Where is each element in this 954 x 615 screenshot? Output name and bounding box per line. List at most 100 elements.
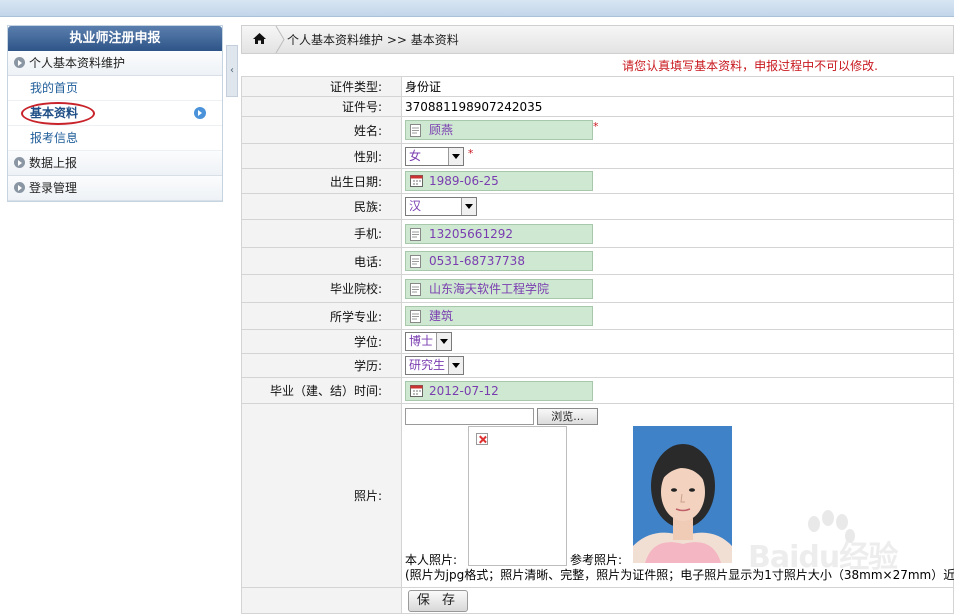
text-field-icon xyxy=(410,227,421,241)
phone-value: 0531-68737738 xyxy=(429,254,525,268)
form-row-gender: 性别: 女 * xyxy=(241,143,954,169)
birth-date-field[interactable]: 1989-06-25 xyxy=(405,171,593,191)
text-field-icon xyxy=(410,255,421,268)
sidebar-group-label: 登录管理 xyxy=(29,181,78,195)
label-grad-date: 毕业（建、结）时间: xyxy=(241,377,402,404)
highlight-ring xyxy=(21,102,95,125)
form-row-id-number: 证件号: 370881198907242035 xyxy=(241,96,954,117)
label-photo: 照片: xyxy=(241,403,402,588)
birth-date-value: 1989-06-25 xyxy=(429,174,499,188)
text-field-icon xyxy=(410,124,421,137)
name-field[interactable]: 顾燕 xyxy=(405,120,593,140)
form-row-id-type: 证件类型: 身份证 xyxy=(241,76,954,97)
reference-photo xyxy=(633,426,732,563)
form-row-mobile: 手机: 13205661292 xyxy=(241,219,954,248)
label-id-type: 证件类型: xyxy=(241,76,402,97)
major-value: 建筑 xyxy=(429,309,454,323)
form-row-photo: 照片: 浏览... 本人照片: 参考照片: (照片为jpg格式；照片清晰、完整，… xyxy=(241,403,954,588)
sidebar-item-basic-info[interactable]: 基本资料 xyxy=(8,101,222,126)
form-row-school: 毕业院校: 山东海天软件工程学院 xyxy=(241,274,954,303)
active-arrow-icon xyxy=(194,107,206,119)
gender-select[interactable]: 女 xyxy=(405,146,464,166)
text-field-icon xyxy=(410,282,421,296)
grad-date-value: 2012-07-12 xyxy=(429,383,499,398)
degree-select[interactable]: 博士 xyxy=(405,332,452,351)
breadcrumb: 个人基本资料维护 >> 基本资料 xyxy=(241,25,954,54)
form-row-phone: 电话: 0531-68737738 xyxy=(241,247,954,275)
sidebar-item-label: 我的首页 xyxy=(30,81,79,95)
label-mobile: 手机: xyxy=(241,219,402,248)
form-row-education: 学历: 研究生 xyxy=(241,353,954,378)
save-button[interactable]: 保 存 xyxy=(408,589,468,612)
own-photo-preview xyxy=(468,426,567,566)
form-row-major: 所学专业: 建筑 xyxy=(241,302,954,330)
label-ethnicity: 民族: xyxy=(241,193,402,220)
label-phone: 电话: xyxy=(241,247,402,275)
form-row-ethnicity: 民族: 汉 xyxy=(241,193,954,220)
name-value: 顾燕 xyxy=(429,123,454,137)
home-icon[interactable] xyxy=(242,26,276,53)
label-major: 所学专业: xyxy=(241,302,402,330)
label-education: 学历: xyxy=(241,353,402,378)
label-id-number: 证件号: xyxy=(241,96,402,117)
browse-button[interactable]: 浏览... xyxy=(537,408,598,425)
education-value: 研究生 xyxy=(409,358,446,372)
form-row-degree: 学位: 博士 xyxy=(241,329,954,354)
value-id-number: 370881198907242035 xyxy=(401,96,954,117)
school-field[interactable]: 山东海天软件工程学院 xyxy=(405,278,593,299)
form-row-save: 保 存 xyxy=(241,587,954,614)
expand-bullet-icon xyxy=(14,157,25,168)
gender-value: 女 xyxy=(409,148,422,163)
basic-info-form: 证件类型: 身份证 证件号: 370881198907242035 姓名: 顾燕… xyxy=(241,76,954,614)
collapse-sidebar-button[interactable]: ‹ xyxy=(226,45,238,97)
top-bar xyxy=(0,0,954,17)
main-content: 个人基本资料维护 >> 基本资料 请您认真填写基本资料，申报过程中不可以修改. … xyxy=(241,25,954,615)
photo-requirements-note: (照片为jpg格式；照片清晰、完整，照片为证件照；电子照片显示为1寸照片大小（3… xyxy=(405,568,954,582)
sidebar: 执业师注册申报 个人基本资料维护 我的首页 基本资料 报考信息 数据上报 登录管… xyxy=(7,25,223,202)
calendar-icon xyxy=(410,384,423,397)
mobile-field[interactable]: 13205661292 xyxy=(405,223,593,244)
sidebar-item-exam-info[interactable]: 报考信息 xyxy=(8,126,222,151)
label-degree: 学位: xyxy=(241,329,402,354)
sidebar-item-label: 报考信息 xyxy=(30,131,79,145)
sidebar-item-home[interactable]: 我的首页 xyxy=(8,76,222,101)
education-select[interactable]: 研究生 xyxy=(405,356,464,375)
school-value: 山东海天软件工程学院 xyxy=(429,281,550,296)
label-gender: 性别: xyxy=(241,143,402,169)
grad-date-field[interactable]: 2012-07-12 xyxy=(405,380,593,401)
phone-field[interactable]: 0531-68737738 xyxy=(405,251,593,271)
sidebar-group-label: 数据上报 xyxy=(29,156,78,170)
breadcrumb-text: 个人基本资料维护 >> 基本资料 xyxy=(287,33,459,47)
photo-area: 浏览... 本人照片: 参考照片: (照片为jpg格式；照片清晰、完整，照片为证… xyxy=(402,404,954,587)
chevron-down-icon xyxy=(448,147,463,165)
notice-text: 请您认真填写基本资料，申报过程中不可以修改. xyxy=(622,59,878,73)
degree-value: 博士 xyxy=(409,334,434,348)
ethnicity-select[interactable]: 汉 xyxy=(405,197,477,216)
label-school: 毕业院校: xyxy=(241,274,402,303)
calendar-icon xyxy=(410,175,423,187)
required-mark: * xyxy=(467,146,474,160)
form-row-birth-date: 出生日期: 1989-06-25 xyxy=(241,168,954,194)
expand-bullet-icon xyxy=(14,57,25,68)
chevron-down-icon xyxy=(436,333,451,350)
mobile-value: 13205661292 xyxy=(429,226,513,241)
sidebar-title: 执业师注册申报 xyxy=(8,26,222,51)
value-id-type: 身份证 xyxy=(401,76,954,97)
text-field-icon xyxy=(410,310,421,323)
broken-image-icon xyxy=(476,433,488,445)
ethnicity-value: 汉 xyxy=(409,199,422,213)
expand-bullet-icon xyxy=(14,182,25,193)
chevron-down-icon xyxy=(461,198,476,215)
chevron-down-icon xyxy=(448,357,463,374)
photo-file-input[interactable] xyxy=(405,408,534,425)
required-mark: * xyxy=(593,120,599,133)
label-name: 姓名: xyxy=(241,116,402,144)
label-birth-date: 出生日期: xyxy=(241,168,402,194)
form-row-name: 姓名: 顾燕 * xyxy=(241,116,954,144)
major-field[interactable]: 建筑 xyxy=(405,306,593,326)
sidebar-group-login-mgmt[interactable]: 登录管理 xyxy=(8,176,222,201)
sidebar-group-data-report[interactable]: 数据上报 xyxy=(8,151,222,176)
breadcrumb-separator-icon xyxy=(275,26,285,53)
sidebar-group-profile[interactable]: 个人基本资料维护 xyxy=(8,51,222,76)
sidebar-group-label: 个人基本资料维护 xyxy=(29,56,126,70)
